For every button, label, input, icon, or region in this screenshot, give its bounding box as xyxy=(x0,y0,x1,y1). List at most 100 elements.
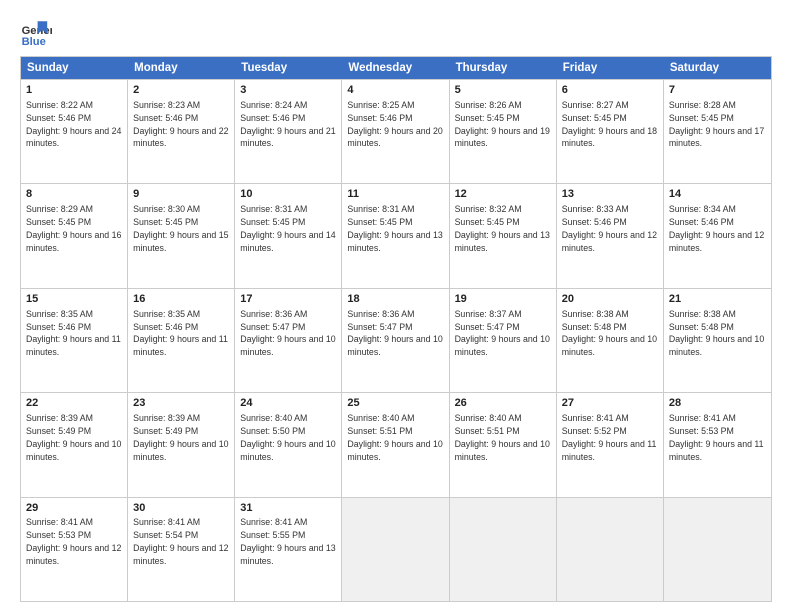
cell-content: Sunrise: 8:40 AMSunset: 5:51 PMDaylight:… xyxy=(455,413,550,462)
day-number: 20 xyxy=(562,292,658,307)
cell-content: Sunrise: 8:39 AMSunset: 5:49 PMDaylight:… xyxy=(26,413,121,462)
day-number: 14 xyxy=(669,187,766,202)
day-number: 6 xyxy=(562,83,658,98)
day-cell-24: 24Sunrise: 8:40 AMSunset: 5:50 PMDayligh… xyxy=(235,393,342,496)
cell-content: Sunrise: 8:27 AMSunset: 5:45 PMDaylight:… xyxy=(562,100,657,149)
day-cell-26: 26 Sunrise: 8:40 AMSunset: 5:51 PMDayligh… xyxy=(450,393,557,496)
logo: General Blue xyxy=(20,18,52,50)
cell-content: Sunrise: 8:38 AMSunset: 5:48 PMDaylight:… xyxy=(669,309,764,358)
day-number: 26 xyxy=(455,396,551,411)
day-cell-17: 17 Sunrise: 8:36 AMSunset: 5:47 PMDayligh… xyxy=(235,289,342,392)
day-number: 4 xyxy=(347,83,443,98)
cell-content: Sunrise: 8:37 AMSunset: 5:47 PMDaylight:… xyxy=(455,309,550,358)
day-cell-11: 11Sunrise: 8:31 AMSunset: 5:45 PMDayligh… xyxy=(342,184,449,287)
cell-content: Sunrise: 8:28 AMSunset: 5:45 PMDaylight:… xyxy=(669,100,764,149)
header: General Blue xyxy=(20,18,772,50)
empty-cell-4-5 xyxy=(557,498,664,601)
day-cell-13: 13 Sunrise: 8:33 AMSunset: 5:46 PMDayligh… xyxy=(557,184,664,287)
header-saturday: Saturday xyxy=(664,57,771,79)
day-number: 23 xyxy=(133,396,229,411)
cell-content: Sunrise: 8:30 AMSunset: 5:45 PMDaylight:… xyxy=(133,204,228,253)
day-cell-22: 22 Sunrise: 8:39 AMSunset: 5:49 PMDayligh… xyxy=(21,393,128,496)
day-number: 15 xyxy=(26,292,122,307)
day-cell-4: 4Sunrise: 8:25 AMSunset: 5:46 PMDaylight… xyxy=(342,80,449,183)
cell-content: Sunrise: 8:35 AMSunset: 5:46 PMDaylight:… xyxy=(26,309,121,358)
day-cell-7: 7 Sunrise: 8:28 AMSunset: 5:45 PMDaylight… xyxy=(664,80,771,183)
day-cell-30: 30Sunrise: 8:41 AMSunset: 5:54 PMDayligh… xyxy=(128,498,235,601)
day-cell-6: 6 Sunrise: 8:27 AMSunset: 5:45 PMDaylight… xyxy=(557,80,664,183)
day-cell-15: 15 Sunrise: 8:35 AMSunset: 5:46 PMDayligh… xyxy=(21,289,128,392)
calendar: Sunday Monday Tuesday Wednesday Thursday… xyxy=(20,56,772,602)
cell-content: Sunrise: 8:23 AMSunset: 5:46 PMDaylight:… xyxy=(133,100,228,149)
day-cell-31: 31Sunrise: 8:41 AMSunset: 5:55 PMDayligh… xyxy=(235,498,342,601)
day-number: 1 xyxy=(26,83,122,98)
day-cell-28: 28Sunrise: 8:41 AMSunset: 5:53 PMDayligh… xyxy=(664,393,771,496)
day-cell-12: 12Sunrise: 8:32 AMSunset: 5:45 PMDayligh… xyxy=(450,184,557,287)
day-cell-18: 18Sunrise: 8:36 AMSunset: 5:47 PMDayligh… xyxy=(342,289,449,392)
day-number: 2 xyxy=(133,83,229,98)
day-cell-20: 20 Sunrise: 8:38 AMSunset: 5:48 PMDayligh… xyxy=(557,289,664,392)
header-monday: Monday xyxy=(128,57,235,79)
svg-text:Blue: Blue xyxy=(22,36,46,48)
cell-content: Sunrise: 8:41 AMSunset: 5:53 PMDaylight:… xyxy=(669,413,764,462)
day-number: 16 xyxy=(133,292,229,307)
day-number: 29 xyxy=(26,501,122,516)
day-cell-19: 19 Sunrise: 8:37 AMSunset: 5:47 PMDayligh… xyxy=(450,289,557,392)
day-cell-5: 5 Sunrise: 8:26 AMSunset: 5:45 PMDaylight… xyxy=(450,80,557,183)
empty-cell-4-6 xyxy=(664,498,771,601)
day-number: 19 xyxy=(455,292,551,307)
day-number: 17 xyxy=(240,292,336,307)
cell-content: Sunrise: 8:31 AMSunset: 5:45 PMDaylight:… xyxy=(240,204,335,253)
day-number: 25 xyxy=(347,396,443,411)
cell-content: Sunrise: 8:38 AMSunset: 5:48 PMDaylight:… xyxy=(562,309,657,358)
day-cell-14: 14 Sunrise: 8:34 AMSunset: 5:46 PMDayligh… xyxy=(664,184,771,287)
cell-content: Sunrise: 8:29 AMSunset: 5:45 PMDaylight:… xyxy=(26,204,121,253)
day-cell-27: 27 Sunrise: 8:41 AMSunset: 5:52 PMDayligh… xyxy=(557,393,664,496)
header-tuesday: Tuesday xyxy=(235,57,342,79)
day-number: 13 xyxy=(562,187,658,202)
day-number: 9 xyxy=(133,187,229,202)
day-number: 5 xyxy=(455,83,551,98)
cell-content: Sunrise: 8:31 AMSunset: 5:45 PMDaylight:… xyxy=(347,204,442,253)
empty-cell-4-4 xyxy=(450,498,557,601)
day-cell-16: 16 Sunrise: 8:35 AMSunset: 5:46 PMDayligh… xyxy=(128,289,235,392)
day-cell-3: 3 Sunrise: 8:24 AMSunset: 5:46 PMDaylight… xyxy=(235,80,342,183)
day-cell-1: 1Sunrise: 8:22 AMSunset: 5:46 PMDaylight… xyxy=(21,80,128,183)
day-number: 18 xyxy=(347,292,443,307)
cell-content: Sunrise: 8:41 AMSunset: 5:52 PMDaylight:… xyxy=(562,413,657,462)
day-number: 30 xyxy=(133,501,229,516)
day-number: 27 xyxy=(562,396,658,411)
header-friday: Friday xyxy=(557,57,664,79)
cell-content: Sunrise: 8:39 AMSunset: 5:49 PMDaylight:… xyxy=(133,413,228,462)
logo-icon: General Blue xyxy=(20,18,52,50)
empty-cell-4-3 xyxy=(342,498,449,601)
cell-content: Sunrise: 8:41 AMSunset: 5:53 PMDaylight:… xyxy=(26,517,121,566)
header-thursday: Thursday xyxy=(450,57,557,79)
cell-content: Sunrise: 8:40 AMSunset: 5:51 PMDaylight:… xyxy=(347,413,442,462)
header-sunday: Sunday xyxy=(21,57,128,79)
cell-content: Sunrise: 8:33 AMSunset: 5:46 PMDaylight:… xyxy=(562,204,657,253)
cell-content: Sunrise: 8:36 AMSunset: 5:47 PMDaylight:… xyxy=(240,309,335,358)
day-cell-2: 2 Sunrise: 8:23 AMSunset: 5:46 PMDaylight… xyxy=(128,80,235,183)
cell-content: Sunrise: 8:34 AMSunset: 5:46 PMDaylight:… xyxy=(669,204,764,253)
day-number: 24 xyxy=(240,396,336,411)
cell-content: Sunrise: 8:26 AMSunset: 5:45 PMDaylight:… xyxy=(455,100,550,149)
day-number: 31 xyxy=(240,501,336,516)
day-number: 10 xyxy=(240,187,336,202)
day-cell-21: 21Sunrise: 8:38 AMSunset: 5:48 PMDayligh… xyxy=(664,289,771,392)
day-cell-23: 23 Sunrise: 8:39 AMSunset: 5:49 PMDayligh… xyxy=(128,393,235,496)
calendar-body: 1Sunrise: 8:22 AMSunset: 5:46 PMDaylight… xyxy=(21,79,771,601)
day-number: 7 xyxy=(669,83,766,98)
cell-content: Sunrise: 8:24 AMSunset: 5:46 PMDaylight:… xyxy=(240,100,335,149)
page: General Blue Sunday Monday Tuesday Wedne… xyxy=(0,0,792,612)
cell-content: Sunrise: 8:32 AMSunset: 5:45 PMDaylight:… xyxy=(455,204,550,253)
day-number: 22 xyxy=(26,396,122,411)
svg-text:General: General xyxy=(22,25,52,37)
calendar-row-4: 22 Sunrise: 8:39 AMSunset: 5:49 PMDayligh… xyxy=(21,392,771,496)
cell-content: Sunrise: 8:35 AMSunset: 5:46 PMDaylight:… xyxy=(133,309,228,358)
calendar-row-2: 8Sunrise: 8:29 AMSunset: 5:45 PMDaylight… xyxy=(21,183,771,287)
day-cell-10: 10 Sunrise: 8:31 AMSunset: 5:45 PMDayligh… xyxy=(235,184,342,287)
day-cell-29: 29Sunrise: 8:41 AMSunset: 5:53 PMDayligh… xyxy=(21,498,128,601)
calendar-row-1: 1Sunrise: 8:22 AMSunset: 5:46 PMDaylight… xyxy=(21,79,771,183)
day-number: 3 xyxy=(240,83,336,98)
